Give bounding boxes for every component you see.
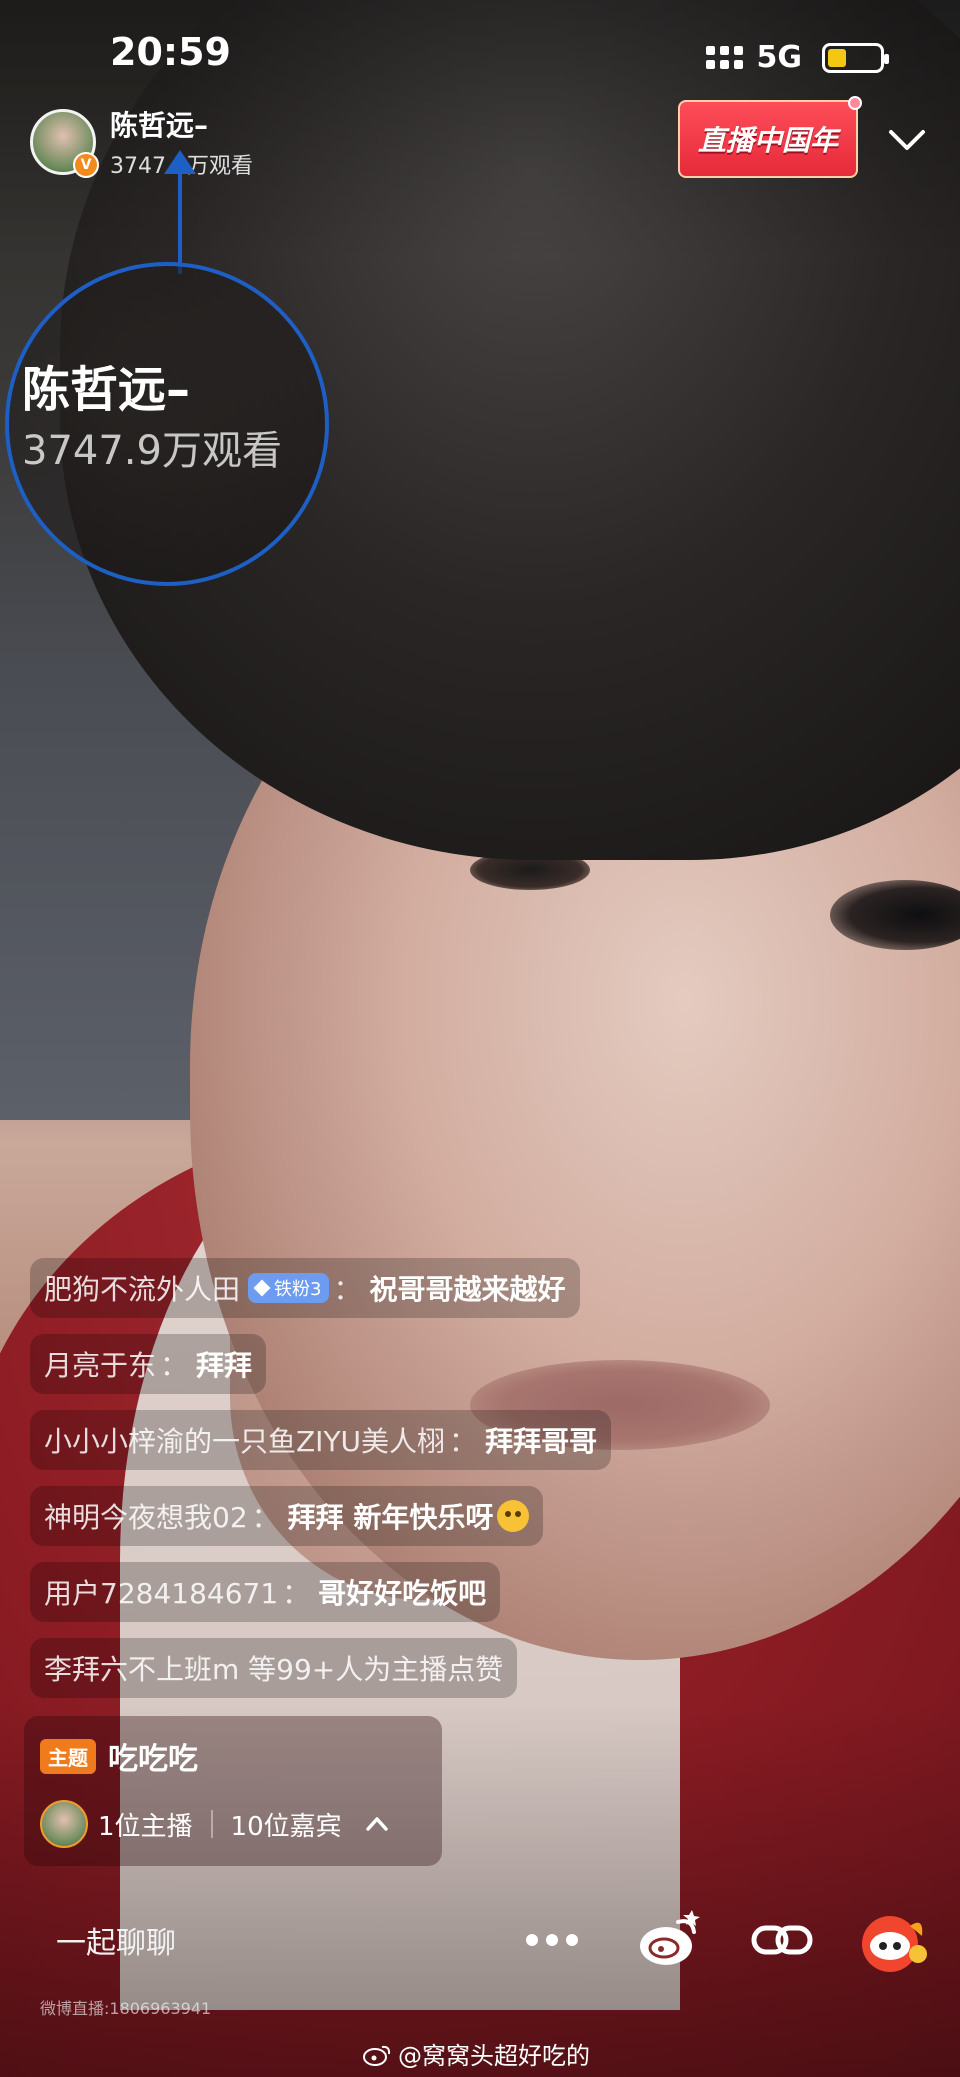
topic-footer: 1位主播 10位嘉宾 [40, 1800, 426, 1848]
battery-icon [822, 42, 889, 73]
festival-dot-icon [848, 96, 862, 110]
diamond-icon [253, 1279, 271, 1297]
comment-item[interactable]: 小小小梓渝的一只鱼ZIYU美人栩 ： 拜拜哥哥 [30, 1410, 612, 1470]
weibo-icon[interactable] [634, 1904, 704, 1974]
divider [210, 1810, 213, 1838]
signal-icon [705, 46, 743, 69]
comment-text: 祝哥哥越来越好 [369, 1273, 566, 1306]
host-avatar[interactable] [40, 1800, 88, 1848]
chat-input[interactable]: 一起聊聊 [56, 1918, 176, 1962]
network-type: 5G [756, 40, 803, 75]
gift-icon[interactable] [856, 1906, 930, 1976]
streamer-name: 陈哲远– [110, 109, 209, 142]
watermark-text: @窝窝头超好吃的 [398, 2042, 590, 2070]
annotation-arrow-icon [164, 150, 196, 274]
comment-user[interactable]: 用户7284184671 [44, 1572, 278, 1612]
comment-user[interactable]: 月亮于东 [44, 1344, 156, 1384]
host-count[interactable]: 1位主播 [98, 1806, 193, 1843]
zoom-view-count: 3747.9万观看 [22, 428, 282, 474]
comment-user[interactable]: 肥狗不流外人田 [44, 1268, 240, 1308]
topic-card[interactable]: 主题 吃吃吃 1位主播 10位嘉宾 [24, 1716, 442, 1866]
comment-user[interactable]: 小小小梓渝的一只鱼ZIYU美人栩 [44, 1420, 445, 1460]
fan-level-badge: 铁粉3 [248, 1273, 330, 1303]
chevron-down-icon[interactable] [885, 122, 929, 158]
link-icon[interactable] [750, 1910, 814, 1970]
status-time: 20:59 [110, 30, 231, 74]
comment-text: 拜拜 [196, 1349, 253, 1382]
status-bar: 20:59 5G [0, 0, 960, 110]
comment-item[interactable]: 神明今夜想我02 ： 拜拜 新年快乐呀 [30, 1486, 544, 1546]
fan-badge-label: 铁粉3 [274, 1279, 322, 1300]
guest-count[interactable]: 10位嘉宾 [231, 1806, 342, 1843]
crying-laughing-emoji-icon [497, 1500, 530, 1532]
topic-title: 吃吃吃 [108, 1742, 198, 1777]
like-notice-text: 李拜六不上班m 等99+人为主播点赞 [44, 1653, 504, 1686]
room-id: 微博直播:1806963941 [40, 1999, 212, 2018]
like-notice: 李拜六不上班m 等99+人为主播点赞 [30, 1638, 518, 1698]
topic-tag: 主题 [40, 1738, 96, 1774]
weibo-logo-icon [363, 2045, 391, 2066]
zoom-streamer-name: 陈哲远– [22, 362, 191, 418]
streamer-avatar[interactable]: V [30, 109, 99, 178]
battery-level [828, 48, 846, 67]
comment-text: 拜拜哥哥 [485, 1425, 598, 1458]
more-icon[interactable] [526, 1922, 586, 1958]
comment-item[interactable]: 月亮于东 ： 拜拜 [30, 1334, 267, 1394]
topic-header: 主题 吃吃吃 [40, 1734, 426, 1778]
chevron-up-icon[interactable] [364, 1814, 390, 1834]
comment-text: 哥好好吃饭吧 [318, 1577, 487, 1610]
festival-badge-label: 直播中国年 [697, 124, 838, 157]
verified-v-icon: V [73, 152, 99, 178]
watermark: @窝窝头超好吃的 [362, 2036, 590, 2071]
streamer-info[interactable]: V 陈哲远– 3747.9万观看 [30, 104, 253, 180]
comment-text: 拜拜 新年快乐呀 [287, 1501, 494, 1534]
comment-list: 肥狗不流外人田 铁粉3 ： 祝哥哥越来越好 月亮于东 ： 拜拜 小小小梓渝的一只… [30, 1258, 690, 1714]
festival-badge[interactable]: 直播中国年 [678, 96, 862, 178]
comment-item[interactable]: 用户7284184671 ： 哥好好吃饭吧 [30, 1562, 501, 1622]
bottom-action-bar: 一起聊聊 [0, 1900, 960, 1980]
status-indicators: 5G [705, 40, 889, 75]
comment-item[interactable]: 肥狗不流外人田 铁粉3 ： 祝哥哥越来越好 [30, 1258, 580, 1318]
comment-user[interactable]: 神明今夜想我02 [44, 1496, 248, 1536]
